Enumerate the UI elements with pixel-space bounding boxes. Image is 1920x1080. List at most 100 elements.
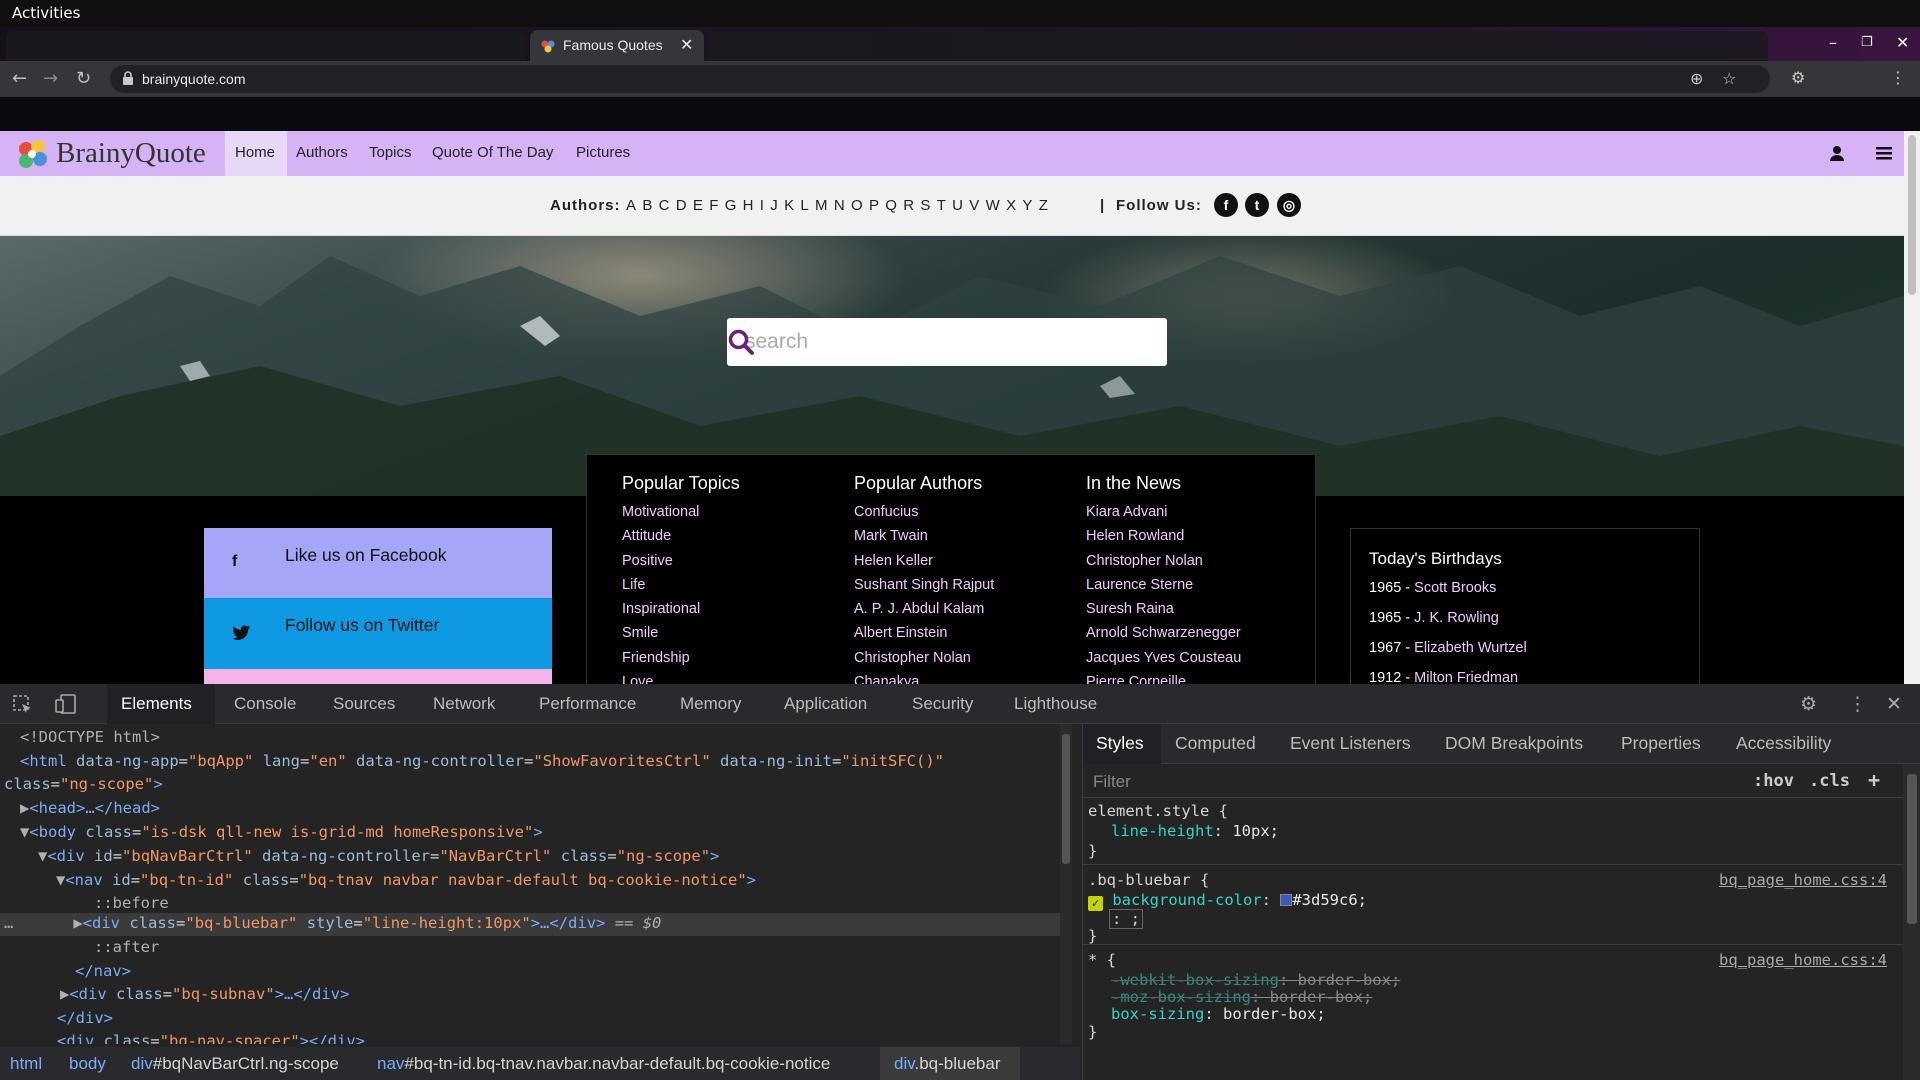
cls-toggle[interactable]: .cls [1809,771,1850,791]
close-devtools-icon[interactable]: ✕ [1886,693,1902,715]
twitter-follow-box[interactable]: Follow us on Twitter [204,598,552,669]
back-icon[interactable]: ← [12,68,27,89]
author-link[interactable]: Confucius [854,504,994,528]
birthday-name-link[interactable]: Milton Friedman [1414,670,1518,684]
nav-topics[interactable]: Topics [369,144,412,161]
letter-link[interactable]: Q [885,197,897,214]
tab-properties[interactable]: Properties [1621,733,1701,754]
nav-quote-of-the-day[interactable]: Quote Of The Day [432,144,553,161]
birthday-name-link[interactable]: J. K. Rowling [1414,610,1499,626]
nav-authors[interactable]: Authors [296,144,348,161]
dom-scrollbar[interactable] [1060,724,1072,1044]
letter-link[interactable]: P [869,197,879,214]
tab-security[interactable]: Security [912,694,973,714]
add-rule-icon[interactable]: + [1868,768,1880,792]
tab-performance[interactable]: Performance [539,694,636,714]
letter-link[interactable]: B [642,197,652,214]
letter-link[interactable]: T [937,197,946,214]
dom-line-navbarctrl[interactable]: ▼<div id="bqNavBarCtrl" data-ng-controll… [38,847,719,870]
minimize-icon[interactable]: – [1829,33,1837,52]
topic-link[interactable]: Smile [622,625,740,649]
letter-link[interactable]: Z [1039,197,1048,214]
breadcrumb-item[interactable]: div#bqNavBarCtrl.ng-scope [131,1054,339,1074]
styles-filter-input[interactable]: Filter [1093,772,1131,792]
letter-link[interactable]: L [800,197,809,214]
letter-link[interactable]: F [709,197,718,214]
dom-line-div-close[interactable]: </div> [57,1009,113,1032]
instagram-icon[interactable]: ◎ [1277,193,1301,217]
more-dots-icon[interactable]: … [4,914,13,932]
rule-declaration[interactable]: box-sizing: border-box; [1111,1005,1326,1023]
news-link[interactable]: Kiara Advani [1086,504,1241,528]
topic-link[interactable]: Inspirational [622,601,740,625]
news-link[interactable]: Arnold Schwarzenegger [1086,625,1241,649]
letter-link[interactable]: C [659,197,670,214]
breadcrumb-item[interactable]: nav#bq-tn-id.bq-tnav.navbar.navbar-defau… [377,1054,830,1074]
author-link[interactable]: Albert Einstein [854,625,994,649]
letter-link[interactable]: U [952,197,963,214]
hamburger-menu-icon[interactable] [1876,147,1892,160]
dom-line-html-cont[interactable]: class="ng-scope"> [4,775,163,798]
letter-link[interactable]: M [815,197,828,214]
dom-line-body[interactable]: ▼<body class="is-dsk qll-new is-grid-md … [20,823,543,846]
dom-line-nav-close[interactable]: </nav> [75,962,131,985]
letter-link[interactable]: D [676,197,687,214]
expand-triangle-icon[interactable]: ▶ [20,799,29,817]
author-link[interactable]: Mark Twain [854,528,994,552]
tab-dom-breakpoints[interactable]: DOM Breakpoints [1445,733,1583,754]
birthday-name-link[interactable]: Scott Brooks [1414,580,1496,596]
brainyquote-logo[interactable]: BrainyQuote [14,135,224,173]
rule-declaration[interactable]: line-height: 10px; [1111,822,1279,840]
rule-declaration-overridden[interactable]: -webkit-box-sizing: border-box; [1111,971,1400,989]
letter-link[interactable]: E [693,197,703,214]
browser-menu-icon[interactable]: ⋮ [1890,68,1906,87]
topic-link[interactable]: Life [622,577,740,601]
settings-gear-icon[interactable]: ⚙ [1800,693,1817,715]
dom-line-selected[interactable]: … ▶<div class="bq-bluebar" style="line-he… [4,914,661,937]
letter-link[interactable]: R [903,197,914,214]
letter-link[interactable]: K [784,197,794,214]
dom-line-html[interactable]: <html data-ng-app="bqApp" lang="en" data… [20,752,944,775]
dom-line-doctype[interactable]: <!DOCTYPE html> [20,728,160,751]
pinterest-follow-box[interactable] [204,669,552,684]
author-link[interactable]: Chanakya [854,674,994,684]
breadcrumb-item-selected[interactable]: div.bq-bluebar [894,1054,1001,1074]
expand-triangle-icon[interactable]: ▶ [60,985,69,1003]
expand-triangle-icon[interactable]: ▶ [73,914,82,932]
letter-link[interactable]: V [969,197,979,214]
author-link[interactable]: Sushant Singh Rajput [854,577,994,601]
tab-application[interactable]: Application [784,694,867,714]
background-tab[interactable] [6,31,526,61]
topic-link[interactable]: Love [622,674,740,684]
tab-memory[interactable]: Memory [680,694,741,714]
letter-link[interactable]: Y [1022,197,1032,214]
user-icon[interactable] [1830,145,1844,161]
letter-link[interactable]: S [920,197,930,214]
letter-link[interactable]: G [725,197,737,214]
author-link[interactable]: Christopher Nolan [854,650,994,674]
tab-lighthouse[interactable]: Lighthouse [1014,694,1097,714]
devtools-menu-icon[interactable]: ⋮ [1848,693,1867,715]
dom-line-after[interactable]: ::after [94,938,159,961]
letter-link[interactable]: H [743,197,754,214]
collapse-triangle-icon[interactable]: ▼ [38,847,47,865]
breadcrumb-item[interactable]: html [10,1054,42,1074]
letter-link[interactable]: I [760,197,764,214]
letter-link[interactable]: X [1006,197,1016,214]
topic-link[interactable]: Positive [622,553,740,577]
forward-icon[interactable]: → [43,68,58,89]
news-link[interactable]: Christopher Nolan [1086,553,1241,577]
page-scroll-thumb[interactable] [1908,135,1916,295]
collapse-triangle-icon[interactable]: ▼ [56,871,65,889]
breadcrumb-item[interactable]: body [69,1054,106,1074]
zoom-icon[interactable]: ⊕ [1690,69,1703,88]
news-link[interactable]: Laurence Sterne [1086,577,1241,601]
news-link[interactable]: Suresh Raina [1086,601,1241,625]
tab-network[interactable]: Network [433,694,495,714]
facebook-icon[interactable]: f [1214,193,1238,217]
letter-link[interactable]: N [834,197,845,214]
dom-line-subnav[interactable]: ▶<div class="bq-subnav">…</div> [60,985,349,1008]
background-tab[interactable] [708,31,1768,61]
tab-event-listeners[interactable]: Event Listeners [1290,733,1411,754]
color-swatch[interactable] [1280,894,1293,906]
